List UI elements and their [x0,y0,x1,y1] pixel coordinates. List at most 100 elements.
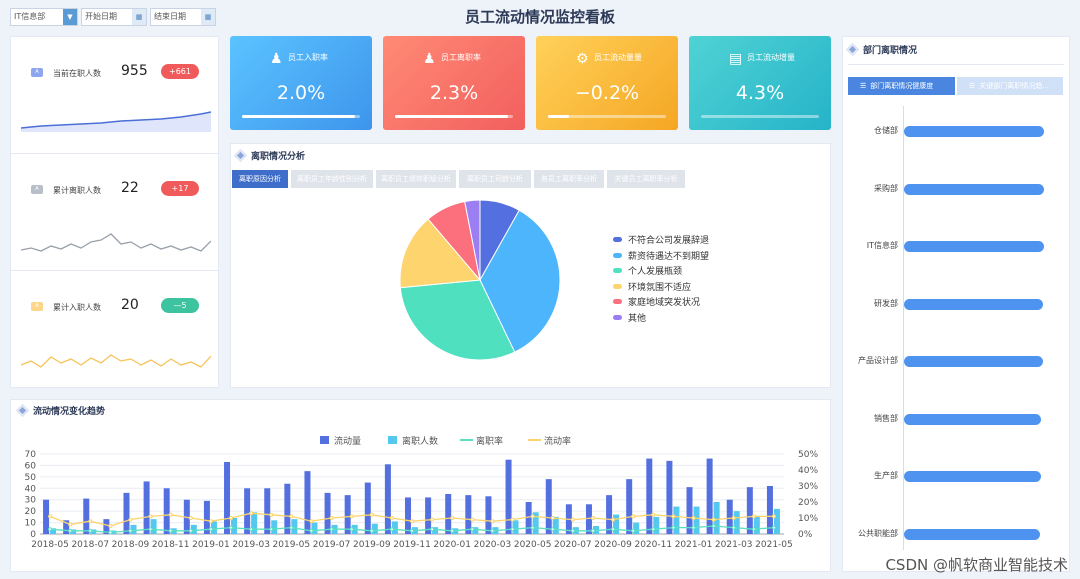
bar[interactable] [746,487,753,534]
department-bar[interactable] [904,528,1040,540]
bar[interactable] [271,520,278,534]
kpi-value: 2.0% [276,82,326,104]
department-bar[interactable] [904,183,1045,195]
tab-department-health[interactable]: ☰ 部门离职情况健康度 [848,77,955,95]
tab-leave-reasons[interactable]: 离职原因分析 [232,170,288,188]
x-tick-label: 2018-11 [152,540,190,550]
trend-legend-item[interactable]: 流动量 [320,435,361,447]
bar[interactable] [753,515,760,534]
legend-label: 环境氛围不适应 [628,282,692,293]
line-point [249,511,254,516]
legend-label: 离职率 [476,435,503,447]
bar[interactable] [773,508,780,534]
turnover-section-title: 离职情况分析 [234,149,305,162]
bar[interactable] [766,486,773,534]
bar[interactable] [585,504,592,534]
legend-label: 个人发展瓶颈 [628,267,683,277]
line-point [249,527,254,532]
bar[interactable] [324,492,331,534]
y-tick-label-left: 0 [30,530,36,540]
pie-legend-item[interactable]: 环境氛围不适应 [613,280,691,293]
bar[interactable] [224,462,231,534]
kpi-value: 2.3% [429,82,479,104]
trend-legend-item[interactable]: 离职率 [460,435,503,447]
trend-legend-item[interactable]: 流动率 [528,435,571,447]
y-tick-label-left: 50 [25,473,37,483]
pie-legend-item[interactable]: 其他 [613,311,646,324]
line-point [691,516,696,520]
bar[interactable] [613,514,620,534]
department-bar[interactable] [904,471,1042,482]
x-tick-label: 2019-01 [192,540,230,550]
user-remove-icon: ♟ [423,51,436,67]
bar[interactable] [83,498,90,534]
line-point [208,519,213,524]
bar[interactable] [485,496,492,534]
bar[interactable] [646,458,653,534]
bar[interactable] [666,460,673,534]
bar[interactable] [465,495,472,534]
line-point [530,525,535,530]
bar[interactable] [626,479,633,534]
bar[interactable] [726,499,733,534]
bar[interactable] [606,495,613,534]
bar[interactable] [673,506,680,534]
x-tick-label: 2018-07 [71,540,109,550]
line-point [208,527,213,532]
line-point [128,528,133,533]
line-point [450,516,455,520]
pie-legend-item[interactable]: 家庭地域突发状况 [613,295,700,308]
y-tick-label-left: 30 [25,496,37,506]
bar[interactable] [143,481,150,534]
bar[interactable] [653,516,660,534]
trend-legend-item[interactable]: 离职人数 [388,435,438,447]
department-bar[interactable] [904,126,1045,137]
pie-legend-item[interactable]: 个人发展瓶颈 [613,264,682,277]
line-point [771,525,776,530]
tab-key-department-trend[interactable]: ☰ 关键部门离职情况趋... [957,77,1063,95]
tab-key-employee-rate[interactable]: 关键员工离职率分析 [607,170,685,188]
pie-legend-item[interactable]: 薪资待遇达不到期望 [613,249,709,262]
department-bar[interactable] [904,298,1043,310]
bar[interactable] [304,471,311,534]
y-tick-label-left: 70 [25,450,37,460]
bar[interactable] [284,483,291,534]
bar[interactable] [244,488,251,534]
kpi-progress [548,115,666,118]
bar[interactable] [364,482,371,534]
trend-chart-icon: ▤ [729,51,743,67]
tab-employee-rate[interactable]: 各员工离职率分析 [534,170,604,188]
kpi-progress [701,115,819,118]
bar[interactable] [163,488,170,534]
bar[interactable] [505,459,512,534]
tab-tenure[interactable]: 离职员工司龄分析 [459,170,531,188]
bar[interactable] [733,511,740,534]
department-bar[interactable] [904,356,1043,367]
pie-legend-item[interactable]: 不符合公司发展辞退 [613,233,709,246]
hires-sparkline [21,354,211,368]
line-point [671,525,676,530]
bar[interactable] [344,495,351,534]
bar[interactable] [384,464,391,534]
bar[interactable] [445,494,452,534]
page-title: 员工流动情况监控看板 [464,8,615,26]
bar[interactable] [123,492,130,534]
tab-age-gender[interactable]: 离职员工年龄性别分析 [291,170,373,188]
department-bar[interactable] [904,241,1045,252]
bar[interactable] [150,519,157,534]
bar[interactable] [405,497,411,534]
bar[interactable] [264,488,271,534]
department-label: 采购部 [874,183,898,193]
tab-performance-level[interactable]: 离职员工绩效职级分析 [376,170,456,188]
line-point [570,528,575,533]
legend-label: 离职人数 [402,435,438,447]
bar[interactable] [545,479,552,534]
department-label: 生产部 [874,471,898,480]
user-add-icon: ♟ [270,51,283,67]
bar[interactable] [693,506,700,534]
bar[interactable] [706,458,713,534]
bar[interactable] [512,520,519,534]
line-point [389,516,394,520]
department-bar[interactable] [904,413,1042,425]
bar[interactable] [425,497,432,534]
